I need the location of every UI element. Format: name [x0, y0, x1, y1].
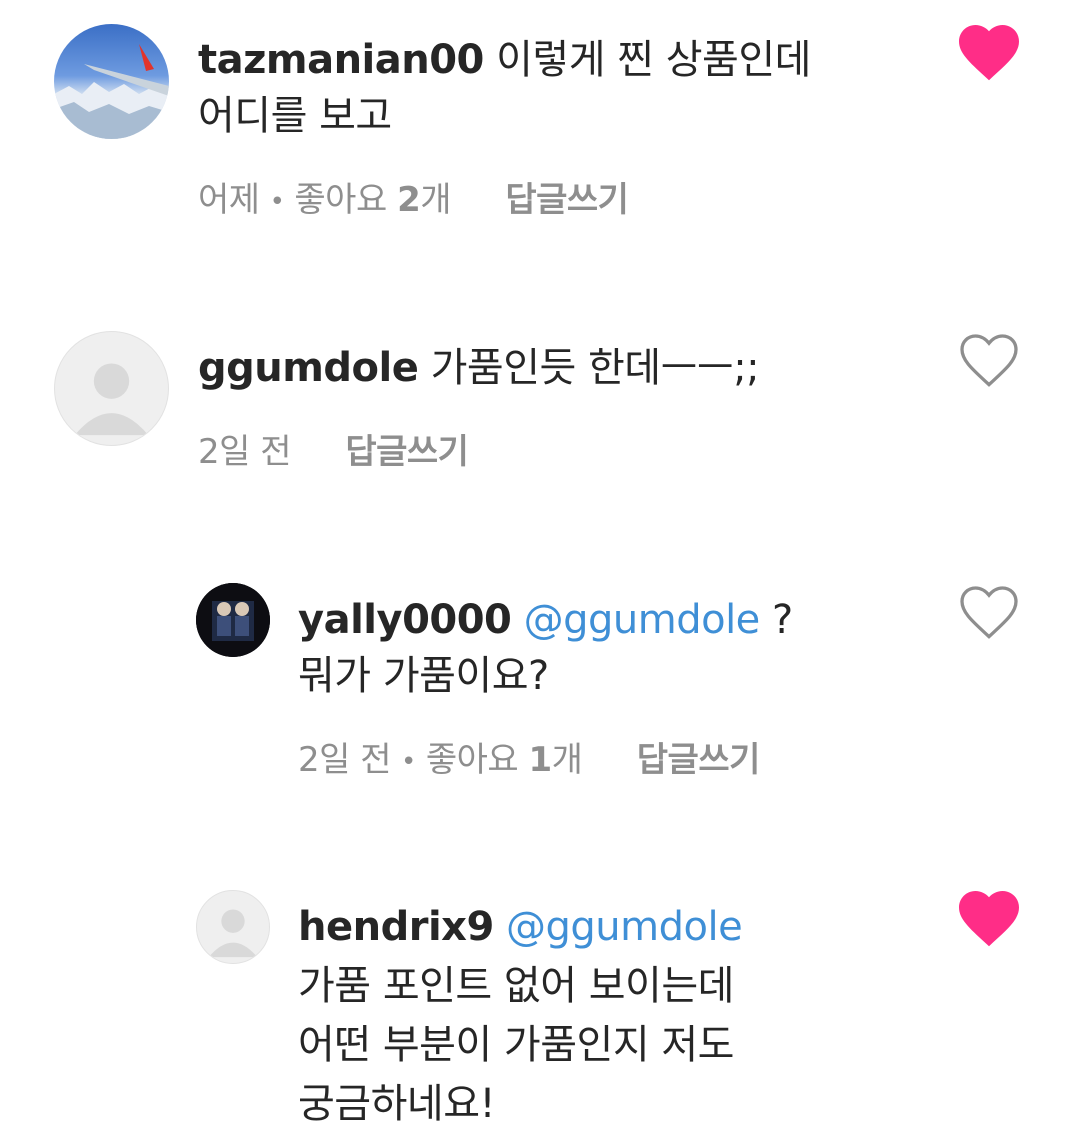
comment-time: 2일 전	[198, 432, 292, 472]
comment-text: ggumdole 가품인듯 한데ㅡㅡ;;	[198, 340, 898, 396]
comment-text-line: 뭐가 가품이요?	[298, 653, 549, 699]
comment-text-line: 가품 포인트 없어 보이는데	[298, 963, 734, 1009]
likes-unit: 개	[420, 180, 452, 220]
likes-count[interactable]: 2	[397, 180, 421, 220]
heart-outline-icon[interactable]	[953, 324, 1025, 390]
reply-button[interactable]: 답글쓰기	[345, 432, 469, 472]
comment-text: hendrix9 @ggumdole 가품 포인트 없어 보이는데 어떤 부분이…	[298, 898, 918, 1134]
reply-button[interactable]: 답글쓰기	[637, 740, 761, 780]
comment-meta: 어제 • 좋아요 2개 답글쓰기	[198, 172, 629, 221]
comment-meta: 2일 전 • 좋아요 1개 답글쓰기	[298, 732, 760, 781]
comment-username[interactable]: hendrix9	[298, 904, 494, 950]
comment-text-line: ?	[772, 597, 793, 643]
comment-username[interactable]: tazmanian00	[198, 37, 484, 83]
comment-username[interactable]: ggumdole	[198, 345, 419, 391]
comment-text-line: 어디를 보고	[198, 93, 392, 139]
avatar[interactable]	[54, 331, 169, 446]
comment-text-line: 이렇게 찐 상품인데	[496, 37, 811, 83]
comment-text: yally0000 @ggumdole ? 뭐가 가품이요?	[298, 592, 918, 704]
comment-meta: 2일 전 답글쓰기	[198, 424, 469, 473]
comment-time: 2일 전	[298, 740, 392, 780]
comment-text: tazmanian00 이렇게 찐 상품인데 어디를 보고	[198, 32, 898, 144]
mention-link[interactable]: @ggumdole	[524, 597, 761, 643]
liked-heart-icon[interactable]	[953, 16, 1025, 82]
reply-button[interactable]: 답글쓰기	[505, 180, 629, 220]
avatar[interactable]	[196, 583, 270, 657]
comment-text-line: 궁금하네요!	[298, 1081, 496, 1127]
heart-outline-icon[interactable]	[953, 576, 1025, 642]
likes-unit: 개	[551, 740, 583, 780]
comment-text-line: 가품인듯 한데ㅡㅡ;;	[430, 345, 760, 391]
separator-dot: •	[269, 186, 285, 217]
likes-label[interactable]: 좋아요	[426, 740, 519, 780]
avatar[interactable]	[54, 24, 169, 139]
liked-heart-icon[interactable]	[953, 882, 1025, 948]
separator-dot: •	[401, 746, 416, 777]
likes-count[interactable]: 1	[529, 740, 553, 780]
comment-time: 어제	[198, 180, 260, 220]
comment-text-line: 어떤 부분이 가품인지 저도	[298, 1022, 734, 1068]
comment-username[interactable]: yally0000	[298, 597, 512, 643]
avatar[interactable]	[196, 890, 270, 964]
likes-label[interactable]: 좋아요	[294, 180, 387, 220]
mention-link[interactable]: @ggumdole	[506, 904, 743, 950]
